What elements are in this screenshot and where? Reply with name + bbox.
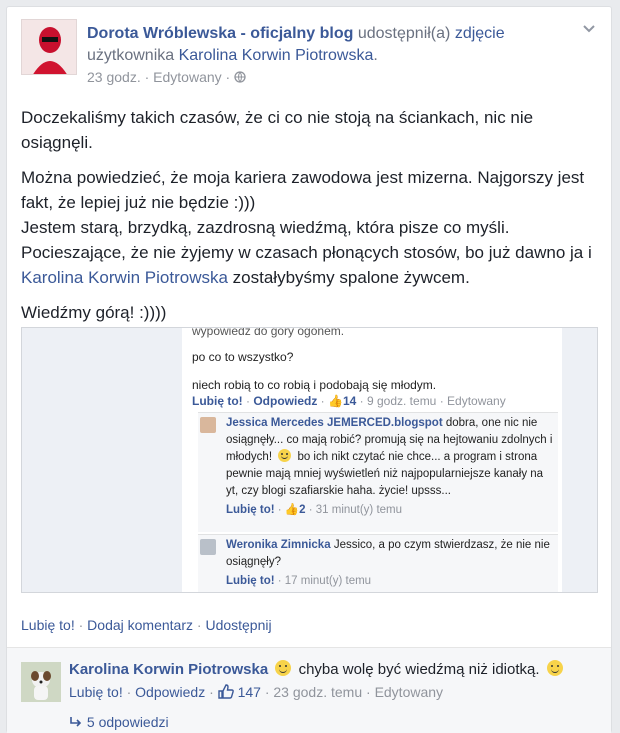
separator: · bbox=[144, 69, 150, 85]
comment-like-link[interactable]: Lubię to! bbox=[69, 684, 123, 700]
post-header: Dorota Wróblewska - oficjalny blog udost… bbox=[21, 19, 596, 89]
photo-text: 9 godz. temu bbox=[366, 394, 437, 408]
comment-reply-link[interactable]: Odpowiedz bbox=[135, 684, 205, 700]
smile-icon bbox=[278, 449, 292, 462]
comment-body: chyba wolę być wiedźmą niż idiotką. bbox=[298, 661, 540, 678]
photo-text: Weronika Zimnicka bbox=[226, 539, 331, 551]
post-headline: Dorota Wróblewska - oficjalny blog udost… bbox=[87, 23, 577, 67]
replies-count-label: 5 odpowiedzi bbox=[86, 714, 169, 730]
photo-text: niech robią to co robią i podobają się m… bbox=[192, 378, 437, 392]
smile-icon bbox=[275, 660, 292, 676]
separator: · bbox=[126, 684, 132, 700]
separator: · bbox=[225, 69, 231, 85]
share-link[interactable]: Udostępnij bbox=[205, 617, 271, 633]
author-name[interactable]: Dorota Wróblewska - oficjalny blog bbox=[87, 25, 353, 42]
post-meta: 23 godz. · Edytowany · bbox=[87, 69, 246, 85]
photo-reply-text: Jessica Mercedes JEMERCED.blogspot dobra… bbox=[226, 415, 556, 519]
post-text: Jestem starą, brzydką, zazdrosną wiedźmą… bbox=[21, 218, 592, 262]
commenter-name[interactable]: Karolina Korwin Piotrowska bbox=[69, 661, 268, 678]
comment-like-count[interactable]: 147 bbox=[238, 684, 261, 700]
comment-time[interactable]: 23 godz. temu bbox=[273, 684, 362, 700]
separator: · bbox=[78, 617, 84, 633]
comment-text: Karolina Korwin Piotrowska chyba wolę by… bbox=[69, 660, 599, 680]
photo-reply-actions: Lubię to! · 17 minut(y) temu bbox=[226, 575, 372, 587]
comment-link[interactable]: Dodaj komentarz bbox=[87, 617, 193, 633]
shared-photo[interactable]: wypowiedz do góry ogonem. po co to wszys… bbox=[21, 327, 598, 593]
photo-reply-actions: Lubię to! · 👍2 · 31 minut(y) temu bbox=[226, 504, 403, 516]
reply-arrow-icon bbox=[69, 714, 87, 730]
photo-text: bo ich nikt czytać nie chce... a program… bbox=[226, 451, 544, 497]
post-card: Dorota Wróblewska - oficjalny blog udost… bbox=[6, 6, 612, 733]
photo-text: Jessica Mercedes JEMERCED.blogspot bbox=[226, 417, 443, 429]
thumbs-up-icon: 👍 bbox=[328, 394, 343, 408]
photo-text: 14 bbox=[342, 394, 357, 408]
photo-text: Lubię to! bbox=[192, 394, 243, 408]
post-body: Doczekaliśmy takich czasów, że ci co nie… bbox=[21, 105, 601, 335]
comment-edited[interactable]: Edytowany bbox=[375, 684, 443, 700]
photo-reply: Weronika Zimnicka Jessico, a po czym stw… bbox=[198, 534, 558, 592]
photo-text: Edytowany bbox=[447, 394, 506, 408]
like-link[interactable]: Lubię to! bbox=[21, 617, 75, 633]
post-text: zostałybyśmy spalone żywcem. bbox=[232, 268, 470, 287]
view-replies-link[interactable]: 5 odpowiedzi bbox=[69, 714, 169, 730]
mention-link[interactable]: Karolina Korwin Piotrowska bbox=[21, 268, 228, 287]
period: . bbox=[373, 47, 378, 64]
photo-comment-actions: Lubię to! · Odpowiedz · 👍14 · 9 godz. te… bbox=[192, 394, 506, 408]
avatar bbox=[200, 417, 216, 433]
photo-text: Lubię to! bbox=[226, 504, 275, 516]
commenter-avatar[interactable] bbox=[21, 662, 61, 702]
photo-reply: Jessica Mercedes JEMERCED.blogspot dobra… bbox=[198, 412, 558, 532]
shared-text: udostępnił(a) bbox=[357, 25, 451, 42]
comment-actions: Lubię to! · Odpowiedz · 147 · 23 godz. t… bbox=[69, 684, 443, 700]
post-text: Można powiedzieć, że moja kariera zawodo… bbox=[21, 168, 585, 212]
photo-content: wypowiedz do góry ogonem. po co to wszys… bbox=[182, 327, 562, 592]
post-paragraph: Wiedźmy górą! :)))) bbox=[21, 303, 167, 322]
photo-link[interactable]: zdjęcie bbox=[455, 25, 505, 42]
post-paragraph: Można powiedzieć, że moja kariera zawodo… bbox=[21, 165, 601, 290]
post-time[interactable]: 23 godz. bbox=[87, 69, 141, 85]
thumbs-up-icon bbox=[217, 684, 238, 700]
separator: · bbox=[264, 684, 270, 700]
photo-text: po co to wszystko? bbox=[192, 350, 294, 364]
photo-text: Odpowiedz bbox=[253, 394, 318, 408]
smile-icon bbox=[546, 660, 563, 676]
chevron-down-icon[interactable] bbox=[582, 21, 596, 37]
photo-text: Lubię to! bbox=[226, 575, 275, 587]
photo-reply-text: Weronika Zimnicka Jessico, a po czym stw… bbox=[226, 537, 556, 590]
source-user-link[interactable]: Karolina Korwin Piotrowska bbox=[179, 47, 374, 64]
photo-text: wypowiedz do góry ogonem. bbox=[192, 327, 345, 338]
separator: · bbox=[209, 684, 214, 700]
author-avatar[interactable] bbox=[21, 19, 77, 75]
thumbs-up-icon: 👍 bbox=[284, 504, 300, 516]
post-actions: Lubię to! · Dodaj komentarz · Udostępnij bbox=[21, 617, 272, 633]
photo-text: 31 minut(y) temu bbox=[315, 504, 403, 516]
post-paragraph: Doczekaliśmy takich czasów, że ci co nie… bbox=[21, 108, 534, 152]
photo-text: 17 minut(y) temu bbox=[284, 575, 372, 587]
separator: · bbox=[366, 684, 371, 700]
globe-icon[interactable] bbox=[234, 69, 246, 85]
separator: · bbox=[196, 617, 202, 633]
comment: Karolina Korwin Piotrowska chyba wolę by… bbox=[7, 647, 611, 733]
of-user-text: użytkownika bbox=[87, 47, 175, 64]
edited-label[interactable]: Edytowany bbox=[153, 69, 221, 85]
avatar bbox=[200, 539, 216, 555]
